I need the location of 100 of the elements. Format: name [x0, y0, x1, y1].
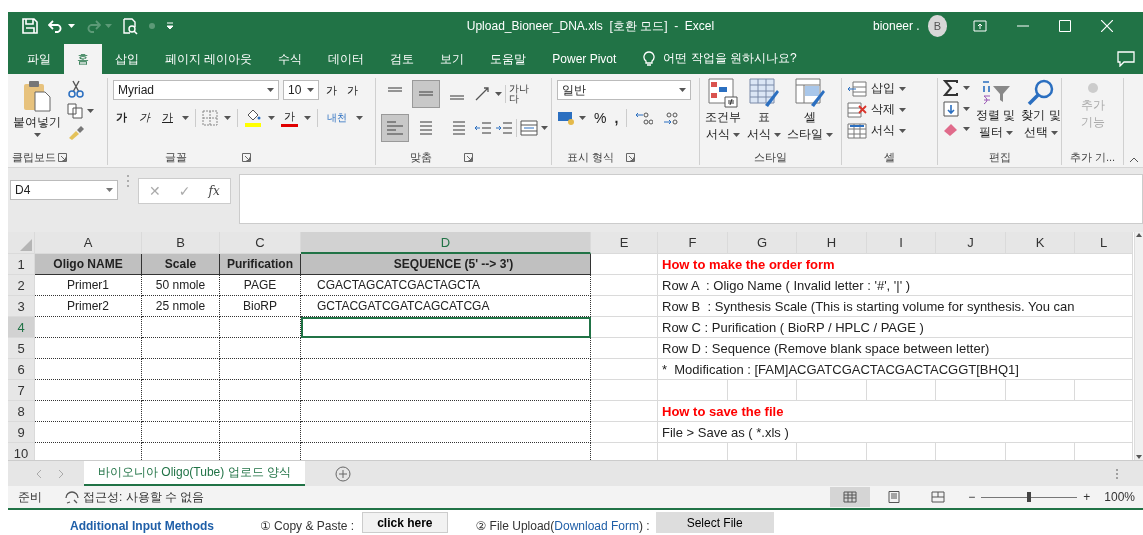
decrease-decimal-icon[interactable] [661, 111, 680, 125]
insert-function-button[interactable]: fx [208, 184, 220, 198]
page-break-view-icon[interactable] [931, 491, 946, 503]
percent-button[interactable]: % [594, 110, 607, 126]
column-header[interactable]: G [728, 232, 797, 254]
print-preview-icon[interactable] [122, 17, 138, 35]
ribbon-tab[interactable]: 데이터 [315, 44, 378, 74]
column-header[interactable]: B [142, 232, 220, 254]
format-cells-icon[interactable] [847, 122, 867, 139]
select-file-button[interactable]: Select File [655, 512, 774, 533]
column-header[interactable]: L [1075, 232, 1133, 254]
increase-decimal-icon[interactable] [635, 111, 654, 125]
normal-view-button[interactable] [830, 487, 871, 507]
launcher-icon[interactable] [241, 152, 251, 162]
row-header[interactable]: 1 [8, 254, 35, 275]
close-icon[interactable] [1101, 20, 1113, 32]
caret-icon[interactable] [963, 127, 970, 131]
caret-icon[interactable] [68, 24, 75, 28]
column-header[interactable]: F [658, 232, 728, 254]
user-name[interactable]: bioneer . [873, 19, 920, 33]
caret-icon[interactable] [495, 92, 502, 96]
sheet-tab[interactable]: 바이오니아 Oligo(Tube) 업로드 양식 [84, 461, 305, 486]
row-header[interactable]: 4 [8, 317, 35, 338]
zoom-out-button[interactable]: − [968, 490, 976, 504]
caret-icon[interactable] [268, 115, 275, 120]
caret-icon[interactable] [182, 115, 189, 120]
fill-color-icon[interactable] [244, 108, 262, 127]
customize-icon[interactable] [166, 22, 174, 30]
caret-icon[interactable] [33, 133, 41, 137]
vertical-scrollbar[interactable] [1134, 232, 1143, 460]
formula-field[interactable] [238, 174, 1143, 224]
zoom-in-button[interactable]: + [1083, 490, 1091, 504]
underline-button[interactable]: 가 [159, 109, 176, 126]
tell-me-field[interactable]: 어떤 작업을 원하시나요? [663, 50, 797, 67]
caret-icon[interactable] [267, 88, 274, 92]
column-header[interactable]: C [220, 232, 301, 254]
table-format-icon[interactable] [749, 78, 779, 108]
row-header[interactable]: 7 [8, 380, 35, 401]
name-box[interactable]: D4 [10, 180, 118, 200]
ribbon-tab[interactable]: 보기 [427, 44, 478, 74]
caret-icon[interactable] [733, 132, 740, 137]
column-header[interactable]: A [35, 232, 142, 254]
find-select-button[interactable]: 찾기 및 선택 [1021, 78, 1061, 149]
number-format-field[interactable]: 일반 [557, 80, 691, 100]
phonetic-button[interactable]: 내천 [324, 109, 350, 126]
cell-style-button[interactable]: 셀 스타일 [787, 78, 833, 149]
user-avatar[interactable]: B [927, 15, 947, 37]
click-here-button[interactable]: click here [362, 512, 448, 533]
row-header[interactable]: 6 [8, 359, 35, 380]
font-name-field[interactable]: Myriad [113, 80, 279, 100]
ribbon-tab[interactable]: 검토 [377, 44, 428, 74]
ribbon-tab[interactable]: 홈 [64, 44, 102, 74]
caret-icon[interactable] [541, 126, 548, 130]
shrink-font-button[interactable]: 가 [344, 81, 361, 99]
save-icon[interactable] [22, 18, 38, 34]
scissors-icon[interactable] [67, 80, 85, 98]
row-header[interactable]: 8 [8, 401, 35, 422]
launcher-icon[interactable] [463, 152, 473, 162]
cell-style-icon[interactable] [795, 78, 825, 108]
row-header[interactable]: 3 [8, 296, 35, 317]
zoom-level[interactable]: 100% [1104, 490, 1135, 504]
undo-icon[interactable] [48, 19, 64, 33]
ribbon-tab[interactable]: 삽입 [102, 44, 152, 74]
row-header[interactable]: 10 [8, 443, 35, 460]
launcher-icon[interactable] [57, 152, 67, 162]
caret-icon[interactable] [356, 115, 363, 120]
column-header[interactable]: D [301, 232, 591, 254]
page-layout-view-icon[interactable] [887, 491, 902, 503]
wrap-text-button[interactable]: 가나다 [509, 83, 531, 105]
launcher-icon[interactable] [625, 152, 635, 162]
currency-icon[interactable] [557, 111, 575, 125]
comma-button[interactable]: , [614, 110, 619, 126]
table-style-button[interactable]: 표 서식 [747, 78, 781, 149]
row-header[interactable]: 5 [8, 338, 35, 359]
caret-icon[interactable] [224, 115, 231, 120]
fill-down-icon[interactable] [943, 101, 959, 117]
ribbon-tab[interactable]: 페이지 레이아웃 [152, 44, 266, 74]
italic-button[interactable]: 가 [136, 109, 153, 126]
row-header[interactable]: 2 [8, 275, 35, 296]
delete-cells-icon[interactable] [847, 101, 867, 118]
merge-cells-icon[interactable] [520, 120, 538, 136]
ribbon-tab[interactable]: 수식 [265, 44, 316, 74]
column-header[interactable]: H [797, 232, 867, 254]
caret-icon[interactable] [87, 109, 94, 113]
format-cells-button[interactable]: 서식 [847, 122, 906, 139]
decrease-indent-icon[interactable] [474, 121, 492, 135]
sort-filter-button[interactable]: 정렬 및 필터 [976, 78, 1016, 149]
paste-button[interactable]: 붙여넣기 [13, 114, 61, 131]
lightbulb-icon[interactable] [643, 50, 656, 67]
bold-button[interactable]: 가 [113, 109, 130, 126]
accessibility-status[interactable]: 접근성: 사용할 수 없음 [83, 488, 205, 506]
caret-icon[interactable] [307, 88, 314, 92]
caret-icon[interactable] [579, 116, 586, 120]
conditional-formatting-icon[interactable] [708, 78, 738, 108]
paste-icon[interactable] [22, 80, 52, 112]
caret-icon[interactable] [774, 132, 781, 137]
caret-icon[interactable] [1005, 130, 1013, 135]
insert-cells-icon[interactable] [847, 80, 867, 97]
increase-indent-icon[interactable] [495, 121, 513, 135]
column-header[interactable]: E [591, 232, 658, 254]
